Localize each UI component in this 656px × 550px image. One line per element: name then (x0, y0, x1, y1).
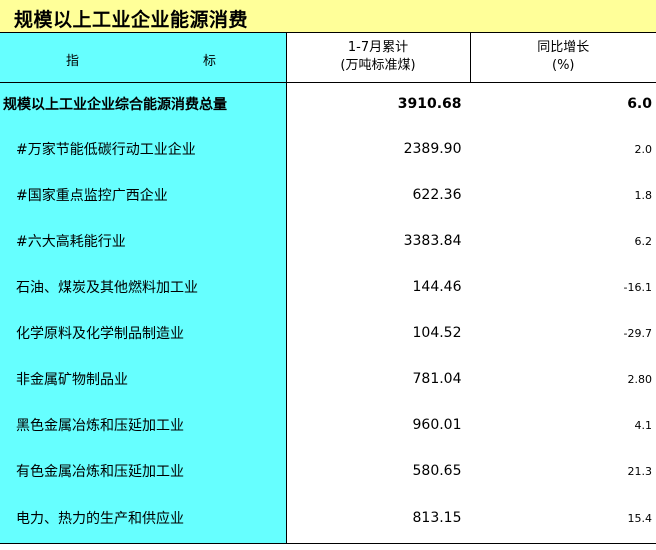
row-name: 黑色金属冶炼和压延加工业 (0, 402, 287, 448)
row-value: 622.36 (286, 172, 471, 218)
table-row: #万家节能低碳行动工业企业 2389.90 2.0 (0, 126, 656, 172)
row-value: 781.04 (286, 356, 471, 402)
table-row: 石油、煤炭及其他燃料加工业 144.46 -16.1 (0, 264, 656, 310)
title-bar: 规模以上工业企业能源消费 (0, 0, 656, 33)
row-yoy: 1.8 (634, 188, 653, 202)
row-value: 813.15 (286, 494, 471, 544)
page-title: 规模以上工业企业能源消费 (14, 9, 249, 31)
row-value: 2389.90 (286, 126, 471, 172)
header-cumulative-line1: 1-7月累计 (347, 40, 409, 56)
row-name: #国家重点监控广西企业 (0, 172, 287, 218)
row-name: 电力、热力的生产和供应业 (0, 494, 287, 544)
header-indicator-left: 指 (66, 54, 80, 69)
header-row: 指 标 1-7月累计 (万吨标准煤) 同比增长 (%) (0, 33, 656, 83)
table-row: 化学原料及化学制品制造业 104.52 -29.7 (0, 310, 656, 356)
row-name: 非金属矿物制品业 (0, 356, 287, 402)
row-name: #六大高耗能行业 (0, 218, 287, 264)
row-yoy: 6.0 (627, 96, 652, 113)
table-row: 黑色金属冶炼和压延加工业 960.01 4.1 (0, 402, 656, 448)
row-value: 144.46 (286, 264, 471, 310)
header-yoy-line1: 同比增长 (537, 40, 590, 56)
header-indicator: 指 标 (0, 33, 287, 83)
row-yoy: 15.4 (470, 494, 656, 544)
row-yoy: 6.2 (634, 234, 653, 248)
row-value: 3910.68 (286, 82, 471, 126)
header-cumulative: 1-7月累计 (万吨标准煤) (286, 33, 471, 83)
energy-table: 指 标 1-7月累计 (万吨标准煤) 同比增长 (%) 规模以上工业企业综合能源… (0, 33, 656, 544)
row-yoy: 2.0 (634, 142, 653, 156)
row-value: 3383.84 (286, 218, 471, 264)
row-name: 化学原料及化学制品制造业 (0, 310, 287, 356)
table-row-total: 规模以上工业企业综合能源消费总量 3910.68 6.0 (0, 82, 656, 126)
row-yoy: -29.7 (623, 326, 652, 340)
row-yoy: -16.1 (623, 280, 652, 294)
row-value: 104.52 (286, 310, 471, 356)
row-name: #万家节能低碳行动工业企业 (0, 126, 287, 172)
header-yoy: 同比增长 (%) (470, 33, 656, 83)
header-cumulative-line2: (万吨标准煤) (340, 58, 416, 74)
row-yoy: 2.80 (627, 372, 653, 386)
row-yoy: 21.3 (627, 464, 653, 478)
row-name: 有色金属冶炼和压延加工业 (0, 448, 287, 494)
header-indicator-right: 标 (203, 54, 217, 69)
table-row: #六大高耗能行业 3383.84 6.2 (0, 218, 656, 264)
header-yoy-line2: (%) (552, 58, 575, 74)
row-yoy: 4.1 (634, 418, 653, 432)
row-value: 580.65 (286, 448, 471, 494)
table-row: 非金属矿物制品业 781.04 2.80 (0, 356, 656, 402)
row-name: 石油、煤炭及其他燃料加工业 (0, 264, 287, 310)
row-name: 规模以上工业企业综合能源消费总量 (0, 82, 287, 126)
table-row: 有色金属冶炼和压延加工业 580.65 21.3 (0, 448, 656, 494)
row-value: 960.01 (286, 402, 471, 448)
table-row: 电力、热力的生产和供应业 813.15 15.4 (0, 494, 656, 544)
table-row: #国家重点监控广西企业 622.36 1.8 (0, 172, 656, 218)
